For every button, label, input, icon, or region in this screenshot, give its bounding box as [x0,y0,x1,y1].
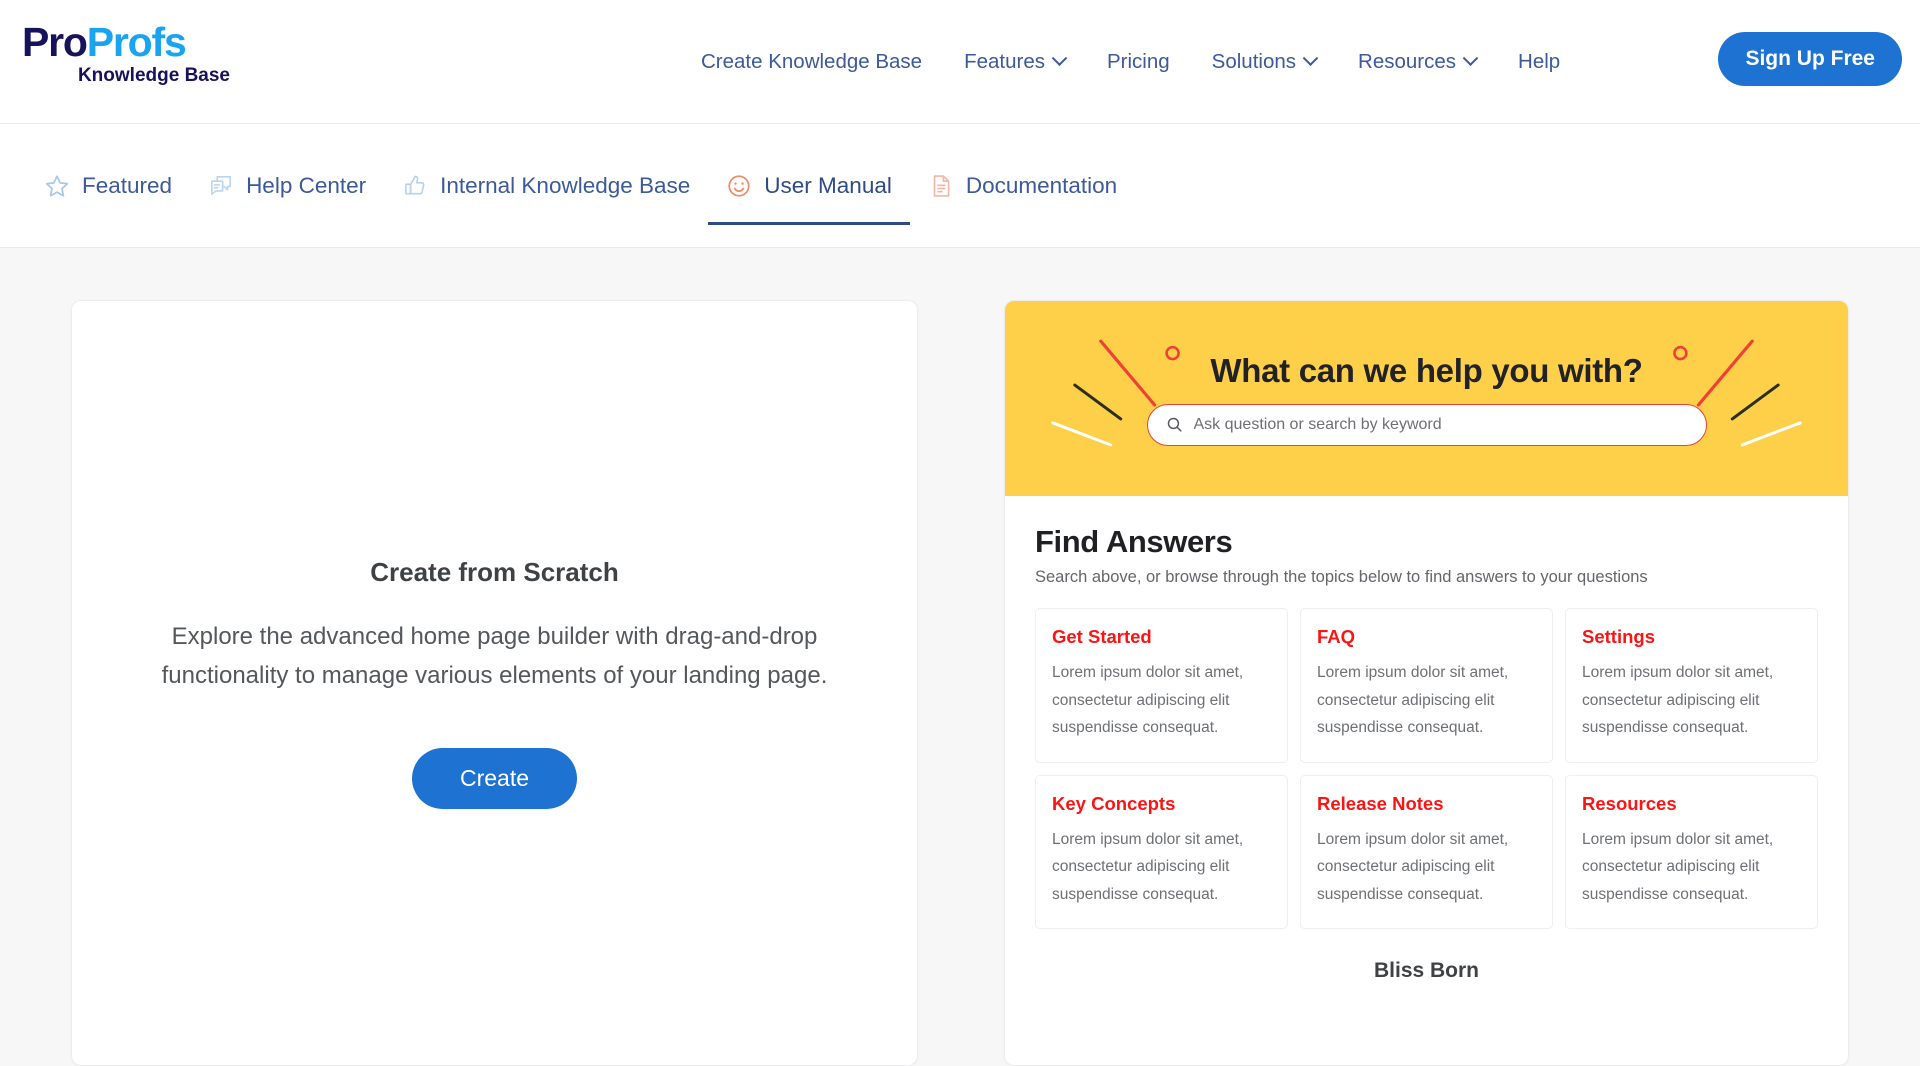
topic-title: Get Started [1052,626,1152,647]
proprofs-logo[interactable]: ProProfs Knowledge Base [22,22,232,88]
logo-pro-text: Pro [22,19,88,65]
create-from-scratch-title: Create from Scratch [370,557,619,588]
top-navigation-bar: ProProfs Knowledge Base Create Knowledge… [0,0,1920,124]
tab-featured[interactable]: Featured [26,124,190,247]
preview-hero-banner: What can we help you with? [1005,301,1848,496]
smiley-face-icon [728,174,750,197]
main-content-area: Create from Scratch Explore the advanced… [0,248,1920,1066]
topic-title: Release Notes [1317,792,1444,814]
find-answers-subtitle: Search above, or browse through the topi… [1035,568,1648,586]
create-button[interactable]: Create [411,747,578,809]
topic-card[interactable]: Release Notes Lorem ipsum dolor sit amet… [1300,774,1553,930]
find-answers-section: Find Answers Search above, or browse thr… [1005,496,1848,1065]
tab-label: User Manual [764,172,892,198]
chevron-down-icon [1051,49,1068,66]
nav-label: Pricing [1107,50,1170,73]
nav-item-solutions[interactable]: Solutions [1191,49,1337,74]
topic-title: FAQ [1317,626,1356,647]
logo-profs-text: Profs [86,19,187,65]
hero-title: What can we help you with? [1210,351,1643,389]
search-input[interactable] [1193,415,1688,434]
topic-body: Lorem ipsum dolor sit amet, consectetur … [1052,664,1244,737]
topic-body: Lorem ipsum dolor sit amet, consectetur … [1582,830,1774,903]
template-category-tabs: Featured Help Center Internal Knowledge … [0,124,1920,248]
nav-label: Create Knowledge Base [701,50,923,73]
topic-card[interactable]: Settings Lorem ipsum dolor sit amet, con… [1565,608,1818,763]
topic-title: Key Concepts [1052,792,1176,814]
chevron-down-icon [1302,49,1319,66]
nav-item-features[interactable]: Features [943,49,1086,74]
topic-body: Lorem ipsum dolor sit amet, consectetur … [1052,830,1244,903]
tab-label: Featured [82,172,173,198]
chevron-down-icon [1462,49,1479,66]
tab-internal-knowledge-base[interactable]: Internal Knowledge Base [384,124,708,247]
create-from-scratch-description: Explore the advanced home page builder w… [161,623,828,689]
template-preview-card[interactable]: What can we help you with? Find Answers … [1004,300,1849,1066]
topic-card[interactable]: Key Concepts Lorem ipsum dolor sit amet,… [1035,774,1288,930]
logo-subtitle: Knowledge Base [77,65,230,86]
nav-item-help[interactable]: Help [1497,50,1581,74]
nav-item-resources[interactable]: Resources [1337,49,1497,74]
nav-item-pricing[interactable]: Pricing [1086,50,1191,74]
topic-body: Lorem ipsum dolor sit amet, consectetur … [1317,664,1509,737]
decorative-burst-lines [1051,339,1802,447]
search-icon [1167,417,1182,432]
find-answers-title: Find Answers [1035,524,1233,559]
topic-card[interactable]: FAQ Lorem ipsum dolor sit amet, consecte… [1300,608,1553,763]
preview-footer-text: Bliss Born [1373,959,1480,983]
nav-label: Solutions [1211,50,1297,73]
topic-body: Lorem ipsum dolor sit amet, consectetur … [1582,664,1774,737]
tab-label: Internal Knowledge Base [440,172,691,198]
main-nav-links: Create Knowledge Base Features Pricing S… [680,0,1581,124]
topic-title: Settings [1582,626,1655,647]
tab-label: Help Center [246,172,367,198]
document-icon [933,174,950,197]
nav-label: Features [964,50,1045,73]
create-from-scratch-card: Create from Scratch Explore the advanced… [71,300,918,1066]
tab-documentation[interactable]: Documentation [910,124,1135,247]
tab-label: Documentation [965,172,1118,198]
sign-up-free-button[interactable]: Sign Up Free [1718,32,1902,86]
star-icon [45,174,69,197]
hero-search-box[interactable] [1146,403,1707,446]
topic-cards-grid: Get Started Lorem ipsum dolor sit amet, … [1035,608,1818,930]
tab-user-manual[interactable]: User Manual [708,124,910,247]
topic-card[interactable]: Get Started Lorem ipsum dolor sit amet, … [1035,608,1288,763]
chat-bubbles-icon [211,175,232,195]
tab-help-center[interactable]: Help Center [190,124,384,247]
nav-label: Resources [1358,50,1457,73]
topic-card[interactable]: Resources Lorem ipsum dolor sit amet, co… [1565,774,1818,930]
topic-title: Resources [1582,792,1677,814]
nav-item-create-knowledge-base[interactable]: Create Knowledge Base [680,50,943,74]
thumbs-up-icon [405,175,425,195]
nav-label: Help [1518,50,1561,73]
logo-wordmark: ProProfs [22,22,232,63]
topic-body: Lorem ipsum dolor sit amet, consectetur … [1317,830,1509,903]
